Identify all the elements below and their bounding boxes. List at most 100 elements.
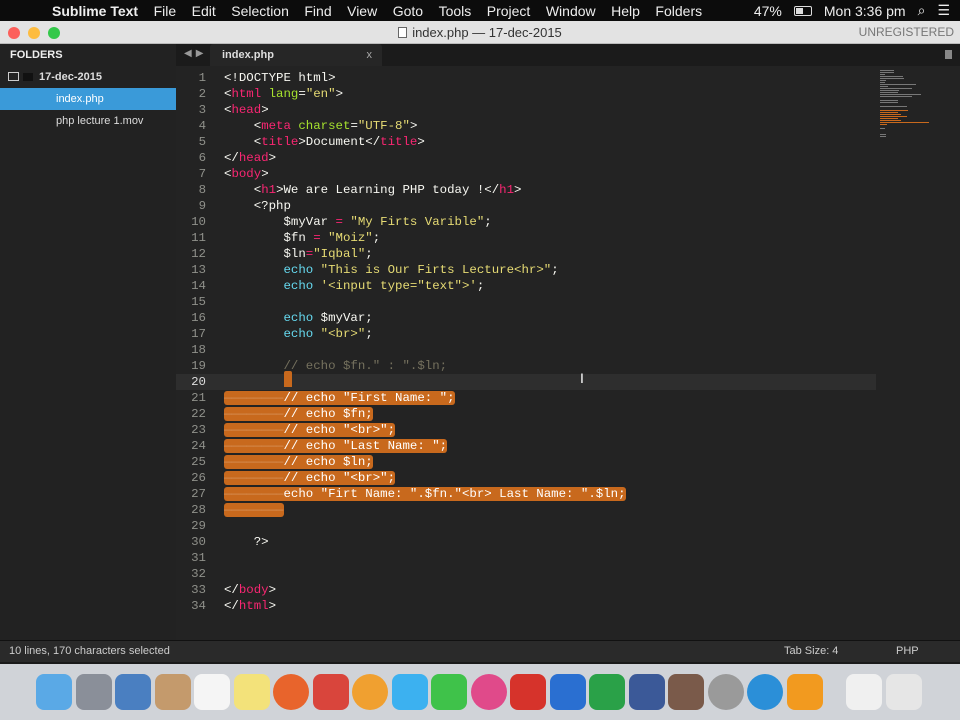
code-line[interactable]: 19 // echo $fn." : ".$ln; — [176, 358, 876, 374]
code-line[interactable]: 20 — [176, 374, 876, 390]
code-line[interactable]: 14 echo '<input type="text">'; — [176, 278, 876, 294]
sidebar-file-index-php[interactable]: index.php — [0, 88, 176, 110]
firefox-dock-icon[interactable] — [273, 674, 309, 710]
code-line[interactable]: 3 <head> — [176, 102, 876, 118]
code-line[interactable]: 22 ————————// echo $fn; — [176, 406, 876, 422]
code-token: <?php — [224, 199, 291, 213]
code-line[interactable]: 32 — [176, 566, 876, 582]
wps-presentation-dock-icon[interactable] — [510, 674, 546, 710]
code-editor[interactable]: 1 <!DOCTYPE html> 2 <html lang="en"> 3 <head>… — [176, 66, 960, 640]
wps-spreadsheet-dock-icon[interactable] — [589, 674, 625, 710]
line-number: 15 — [191, 295, 206, 309]
menu-find[interactable]: Find — [304, 3, 331, 19]
code-line[interactable]: 1 <!DOCTYPE html> — [176, 70, 876, 86]
menu-help[interactable]: Help — [611, 3, 640, 19]
code-line[interactable]: 31 — [176, 550, 876, 566]
code-line[interactable]: 10 $myVar = "My Firts Varible"; — [176, 214, 876, 230]
code-line[interactable]: 27 ————————echo "Firt Name: ".$fn."<br> L… — [176, 486, 876, 502]
launchpad-dock-icon[interactable] — [75, 674, 112, 710]
trash-dock-icon[interactable] — [885, 674, 922, 710]
code-token: ?> — [224, 535, 269, 549]
sidebar-file-php-lecture[interactable]: php lecture 1.mov — [0, 110, 176, 132]
code-token: >We are Learning PHP today !</ — [276, 183, 500, 197]
code-line[interactable]: 12 $ln="Iqbal"; — [176, 246, 876, 262]
code-line[interactable]: 26 ————————// echo "<br>"; — [176, 470, 876, 486]
notification-center-icon[interactable]: ☰ — [937, 2, 950, 19]
code-line[interactable]: 30 ?> — [176, 534, 876, 550]
code-token: echo — [283, 263, 314, 277]
code-line[interactable]: 4 <meta charset="UTF-8"> — [176, 118, 876, 134]
code-line[interactable]: 17 echo "<br>"; — [176, 326, 876, 342]
sublime-text-dock-icon[interactable] — [786, 674, 823, 710]
line-code: <html lang="en"> — [224, 86, 343, 102]
code-line[interactable]: 16 echo $myVar; — [176, 310, 876, 326]
battery-icon[interactable] — [793, 5, 812, 16]
code-line[interactable]: 6 </head> — [176, 150, 876, 166]
code-line[interactable]: 33 </body> — [176, 582, 876, 598]
code-token: // echo $ln; — [283, 455, 373, 469]
facebook-dock-icon[interactable] — [628, 674, 665, 710]
facetime-dock-icon[interactable] — [431, 674, 467, 710]
close-tab-icon[interactable]: x — [367, 44, 373, 66]
photo-booth-dock-icon[interactable] — [312, 674, 349, 710]
photos-dock-icon[interactable] — [352, 674, 388, 710]
code-line[interactable]: 7 <body> — [176, 166, 876, 182]
code-line[interactable]: 23 ————————// echo "<br>"; — [176, 422, 876, 438]
code-line[interactable]: 28 ———————— — [176, 502, 876, 518]
tab-menu-icon[interactable] — [945, 50, 952, 59]
clock[interactable]: Mon 3:36 pm — [824, 3, 906, 19]
code-token: > — [417, 135, 425, 149]
code-line[interactable]: 2 <html lang="en"> — [176, 86, 876, 102]
notes-dock-icon[interactable] — [233, 674, 270, 710]
code-line[interactable]: 9 <?php — [176, 198, 876, 214]
line-number: 22 — [191, 407, 206, 421]
code-line[interactable]: 13 echo "This is Our Firts Lecture<hr>"; — [176, 262, 876, 278]
code-token: ———————— — [224, 471, 284, 485]
code-line[interactable]: 34 </html> — [176, 598, 876, 614]
code-line[interactable]: 11 $fn = "Moiz"; — [176, 230, 876, 246]
syntax-button[interactable]: PHP — [896, 641, 919, 662]
minimap[interactable] — [880, 70, 936, 137]
user-photo-dock-icon[interactable] — [668, 674, 704, 710]
folder-item[interactable]: 17-dec-2015 — [0, 66, 176, 88]
menu-window[interactable]: Window — [546, 3, 596, 19]
tab-index-php[interactable]: index.php x — [210, 44, 382, 66]
selection-highlight: ————————// echo $fn; — [224, 407, 373, 421]
wps-writer-dock-icon[interactable] — [549, 674, 586, 710]
documents-dock-icon[interactable] — [846, 674, 882, 710]
itunes-dock-icon[interactable] — [470, 674, 507, 710]
menu-bar: Sublime Text File Edit Selection Find View Go… — [0, 0, 960, 21]
contacts-dock-icon[interactable] — [154, 674, 191, 710]
menu-folders[interactable]: Folders — [655, 3, 702, 19]
code-line[interactable]: 24 ————————// echo "Last Name: "; — [176, 438, 876, 454]
code-line[interactable]: 5 <title>Document</title> — [176, 134, 876, 150]
tab-nav-arrows-icon[interactable]: ◀▶ — [184, 48, 207, 59]
line-code: ————————// echo $ln; — [224, 454, 373, 470]
line-number: 16 — [191, 311, 206, 325]
menu-project[interactable]: Project — [487, 3, 531, 19]
messages-dock-icon[interactable] — [391, 674, 428, 710]
menu-app-name[interactable]: Sublime Text — [52, 3, 138, 19]
preview-dock-icon[interactable] — [115, 674, 151, 710]
menu-file[interactable]: File — [154, 3, 177, 19]
folder-collapse-icon[interactable] — [8, 72, 19, 81]
code-line[interactable]: 18 — [176, 342, 876, 358]
minimap-line — [880, 116, 907, 117]
menu-edit[interactable]: Edit — [192, 3, 216, 19]
menu-goto[interactable]: Goto — [393, 3, 423, 19]
menu-selection[interactable]: Selection — [231, 3, 289, 19]
finder-dock-icon[interactable] — [36, 674, 72, 710]
itunes-alt-dock-icon[interactable] — [707, 674, 744, 710]
reminders-dock-icon[interactable] — [194, 674, 230, 710]
code-line[interactable]: 8 <h1>We are Learning PHP today !</h1> — [176, 182, 876, 198]
code-line[interactable]: 29 — [176, 518, 876, 534]
code-line[interactable]: 15 — [176, 294, 876, 310]
code-line[interactable]: 21 ————————// echo "First Name: "; — [176, 390, 876, 406]
menu-view[interactable]: View — [347, 3, 377, 19]
code-line[interactable]: 25 ————————// echo $ln; — [176, 454, 876, 470]
menu-tools[interactable]: Tools — [439, 3, 472, 19]
safari-alt-dock-icon[interactable] — [747, 674, 783, 710]
spotlight-search-icon[interactable]: ⌕ — [918, 2, 926, 19]
line-number: 14 — [191, 279, 206, 293]
tab-size-button[interactable]: Tab Size: 4 — [784, 641, 838, 662]
